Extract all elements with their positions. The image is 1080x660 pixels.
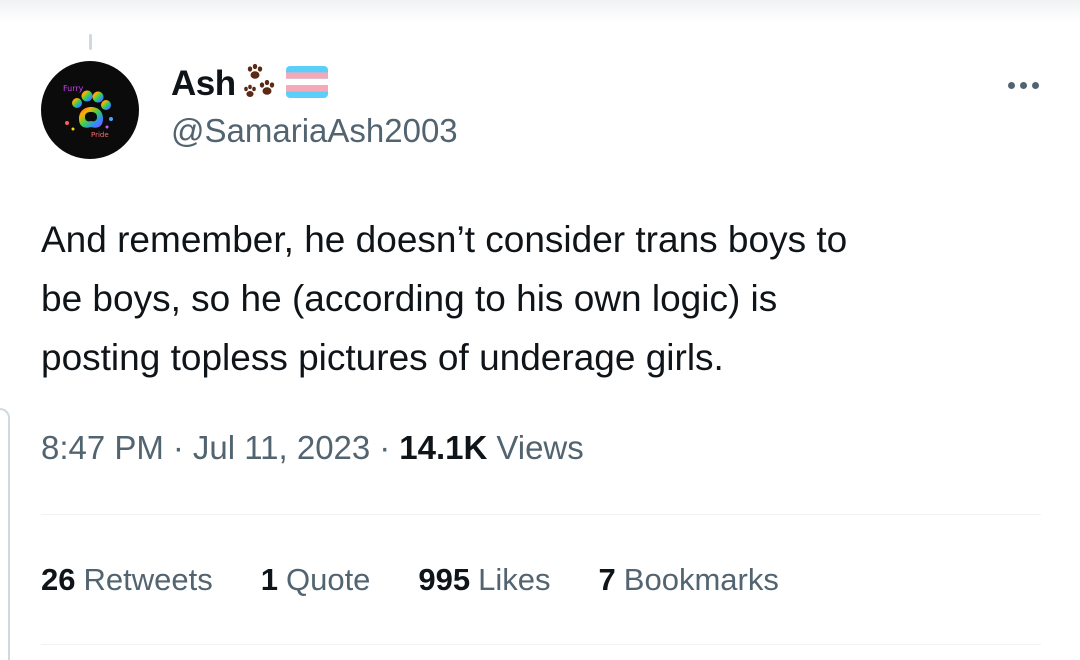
rainbow-paw-icon: Furry Pride: [63, 84, 113, 139]
avatar[interactable]: Furry Pride: [41, 61, 139, 159]
quotes-label: Quote: [285, 562, 371, 597]
more-options-button[interactable]: [1000, 68, 1046, 102]
bookmarks-stat[interactable]: 7 Bookmarks: [599, 562, 779, 598]
display-name[interactable]: Ash: [171, 64, 236, 104]
name-row: Ash: [171, 62, 458, 106]
retweets-count: 26: [41, 562, 76, 597]
separator: ·: [172, 429, 184, 466]
quotes-stat[interactable]: 1 Quote: [261, 562, 371, 598]
retweets-stat[interactable]: 26 Retweets: [41, 562, 213, 598]
top-fade: [0, 0, 1080, 22]
more-dot: [1031, 81, 1039, 89]
quotes-count: 1: [260, 562, 278, 597]
separator: ·: [379, 429, 391, 466]
left-card-edge: [0, 408, 10, 660]
tweet-meta: 8:47 PM · Jul 11, 2023 · 14.1K Views: [41, 429, 584, 467]
avatar-bottom-text: Pride: [91, 131, 109, 139]
more-horizontal-icon: [1007, 81, 1015, 89]
tweet-text-line: be boys, so he (according to his own log…: [41, 278, 778, 319]
user-handle[interactable]: @SamariaAsh2003: [171, 112, 458, 150]
tweet-text-line: And remember, he doesn’t consider trans …: [41, 219, 848, 260]
divider: [41, 514, 1041, 515]
tweet-text: And remember, he doesn’t consider trans …: [41, 210, 1031, 387]
avatar-top-text: Furry: [63, 84, 84, 93]
likes-count: 995: [418, 562, 471, 597]
views-label: Views: [496, 429, 584, 466]
engagement-stats: 26 Retweets 1 Quote 995 Likes 7 Bookmarks: [41, 562, 827, 598]
likes-label: Likes: [478, 562, 551, 597]
thread-connector-line: [89, 34, 92, 50]
retweets-label: Retweets: [83, 562, 213, 597]
bookmarks-count: 7: [598, 562, 616, 597]
divider: [41, 644, 1041, 645]
more-dot: [1019, 81, 1027, 89]
views-count: 14.1K: [399, 429, 488, 466]
bookmarks-label: Bookmarks: [623, 562, 779, 597]
tweet-header: Ash @SamariaAsh2003: [171, 62, 458, 150]
tweet-text-line: posting topless pictures of underage gir…: [41, 337, 724, 378]
transgender-flag-icon: [285, 65, 328, 103]
paw-prints-icon: [240, 63, 280, 106]
likes-stat[interactable]: 995 Likes: [418, 562, 550, 598]
tweet-time[interactable]: 8:47 PM: [41, 429, 164, 467]
tweet-date[interactable]: Jul 11, 2023: [193, 429, 370, 467]
